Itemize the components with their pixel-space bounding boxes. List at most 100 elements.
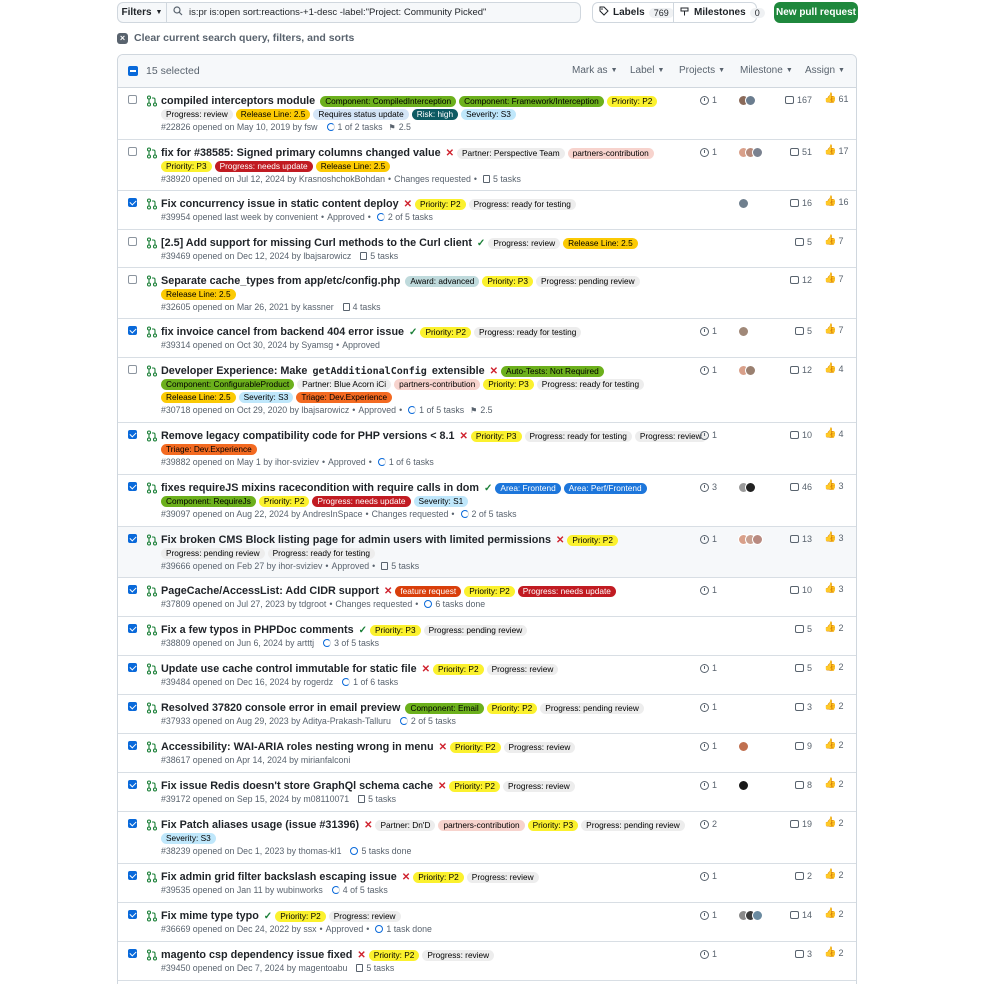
comments-count[interactable]: 46 <box>778 482 812 492</box>
select-all-checkbox[interactable] <box>128 66 138 76</box>
task-progress[interactable]: 1 of 6 tasks <box>353 677 398 687</box>
task-progress[interactable]: 2 of 5 tasks <box>411 716 456 726</box>
task-progress[interactable]: 1 of 6 tasks <box>389 457 434 467</box>
pull-request-title[interactable]: fixes requireJS mixins racecondition wit… <box>161 482 479 494</box>
check-status-failure-icon[interactable]: ✕ <box>460 431 468 442</box>
label-badge[interactable]: Progress: ready for testing <box>267 548 375 559</box>
label-badge[interactable]: Release Line: 2.5 <box>161 289 236 300</box>
milestone-menu[interactable]: Milestone ▼ <box>740 65 793 76</box>
task-progress[interactable]: 5 tasks <box>370 251 398 261</box>
linked-issues[interactable]: 1 <box>700 663 717 673</box>
comments-count[interactable]: 16 <box>778 198 812 208</box>
task-progress[interactable]: 5 tasks <box>368 794 396 804</box>
pull-request-title[interactable]: Developer Experience: Make <box>161 365 307 377</box>
review-status[interactable]: Approved <box>328 457 366 467</box>
pull-request-row[interactable]: fix for #38585: Signed primary columns c… <box>118 140 856 191</box>
pull-request-title[interactable]: [2.5] Add support for missing Curl metho… <box>161 237 472 249</box>
row-checkbox[interactable] <box>128 949 137 958</box>
reactions-count[interactable]: 👍 3 <box>824 532 843 543</box>
assignee-avatars[interactable] <box>738 741 749 752</box>
linked-issues[interactable]: 1 <box>700 585 717 595</box>
label-badge[interactable]: feature request <box>395 585 462 597</box>
assignee-avatars[interactable] <box>738 482 756 493</box>
review-status[interactable]: Changes requested <box>335 599 412 609</box>
label-badge[interactable]: Priority: P2 <box>368 949 420 961</box>
comments-count[interactable]: 5 <box>778 326 812 336</box>
comments-count[interactable]: 8 <box>778 780 812 790</box>
check-status-failure-icon[interactable]: ✕ <box>364 820 372 831</box>
linked-issues[interactable]: 1 <box>700 430 717 440</box>
label-badge[interactable]: Progress: needs update <box>312 496 411 507</box>
label-badge[interactable]: Release Line: 2.5 <box>235 109 311 120</box>
comments-count[interactable]: 19 <box>778 819 812 829</box>
row-checkbox[interactable] <box>128 702 137 711</box>
task-progress[interactable]: 5 tasks <box>366 963 394 973</box>
label-badge[interactable]: Severity: S3 <box>461 109 516 120</box>
label-badge[interactable]: Priority: P2 <box>606 95 658 107</box>
comments-count[interactable]: 51 <box>778 147 812 157</box>
label-badge[interactable]: Area: Frontend <box>495 482 561 494</box>
check-status-failure-icon[interactable]: ✕ <box>439 742 447 753</box>
label-badge[interactable]: Priority: P3 <box>161 161 212 172</box>
linked-issues[interactable]: 1 <box>700 741 717 751</box>
label-badge[interactable]: Progress: review <box>634 430 707 442</box>
reactions-count[interactable]: 👍 7 <box>824 235 843 246</box>
reactions-count[interactable]: 👍 2 <box>824 739 843 750</box>
assignee-avatars[interactable] <box>738 198 749 209</box>
label-badge[interactable]: partners-contribution <box>567 147 654 159</box>
comments-count[interactable]: 5 <box>778 663 812 673</box>
row-checkbox[interactable] <box>128 534 137 543</box>
label-badge[interactable]: Release Line: 2.5 <box>563 237 638 249</box>
task-progress[interactable]: 2 of 5 tasks <box>388 212 433 222</box>
reactions-count[interactable]: 👍 7 <box>824 324 843 335</box>
row-checkbox[interactable] <box>128 275 137 284</box>
pull-request-title[interactable]: Fix admin grid filter backslash escaping… <box>161 871 397 883</box>
comments-count[interactable]: 10 <box>778 430 812 440</box>
label-badge[interactable]: Progress: review <box>503 741 576 753</box>
assignee-avatars[interactable] <box>738 534 763 545</box>
review-status[interactable]: Approved <box>326 924 364 934</box>
row-checkbox[interactable] <box>128 871 137 880</box>
label-badge[interactable]: Priority: P3 <box>483 379 534 390</box>
review-status[interactable]: Changes requested <box>372 509 449 519</box>
check-status-success-icon[interactable]: ✓ <box>359 625 367 636</box>
label-badge[interactable]: Component: Email <box>405 702 484 714</box>
pull-request-row[interactable]: magento csp dependency issue fixed ✕ Prior… <box>118 942 856 981</box>
assignee-avatars[interactable] <box>738 910 763 921</box>
reactions-count[interactable]: 👍 4 <box>824 428 843 439</box>
comments-count[interactable]: 10 <box>778 585 812 595</box>
review-status[interactable]: Approved <box>327 212 365 222</box>
label-badge[interactable]: Progress: pending review <box>535 275 640 287</box>
label-menu[interactable]: Label ▼ <box>630 65 664 76</box>
comments-count[interactable]: 12 <box>778 275 812 285</box>
reactions-count[interactable]: 👍 61 <box>824 93 848 104</box>
label-badge[interactable]: Priority: P3 <box>527 819 579 831</box>
check-status-failure-icon[interactable]: ✕ <box>422 664 430 675</box>
pull-request-title[interactable]: Fix concurrency issue in static content … <box>161 198 399 210</box>
check-status-failure-icon[interactable]: ✕ <box>402 872 410 883</box>
check-status-failure-icon[interactable]: ✕ <box>357 950 365 961</box>
label-badge[interactable]: Progress: ready for testing <box>468 198 576 210</box>
reactions-count[interactable]: 👍 3 <box>824 583 843 594</box>
row-checkbox[interactable] <box>128 365 137 374</box>
label-badge[interactable]: Priority: P3 <box>470 430 522 442</box>
pull-request-row[interactable]: Remove legacy compatibility code for PHP… <box>118 423 856 475</box>
pull-request-row[interactable]: [2.5] Add support for missing Curl metho… <box>118 230 856 268</box>
projects-menu[interactable]: Projects ▼ <box>679 65 725 76</box>
label-badge[interactable]: Priority: P2 <box>413 871 464 883</box>
pull-request-row[interactable]: compiled interceptors module Component: C… <box>118 88 856 140</box>
reactions-count[interactable]: 👍 2 <box>824 817 843 828</box>
row-checkbox[interactable] <box>128 663 137 672</box>
task-progress[interactable]: 1 task done <box>386 924 431 934</box>
reactions-count[interactable]: 👍 3 <box>824 480 843 491</box>
label-badge[interactable]: Priority: P2 <box>258 496 310 507</box>
pull-request-title[interactable]: Fix Patch aliases usage (issue #31396) <box>161 819 359 831</box>
label-badge[interactable]: Component: CompiledInterception <box>320 95 457 107</box>
milestones-button[interactable]: Milestones 0 <box>673 2 765 23</box>
label-badge[interactable]: Progress: ready for testing <box>524 430 632 442</box>
reactions-count[interactable]: 👍 2 <box>824 700 843 711</box>
pull-request-title[interactable]: PageCache/AccessList: Add CIDR support <box>161 585 379 597</box>
row-checkbox[interactable] <box>128 147 137 156</box>
review-status[interactable]: Changes requested <box>394 174 471 184</box>
check-status-failure-icon[interactable]: ✕ <box>556 535 564 546</box>
